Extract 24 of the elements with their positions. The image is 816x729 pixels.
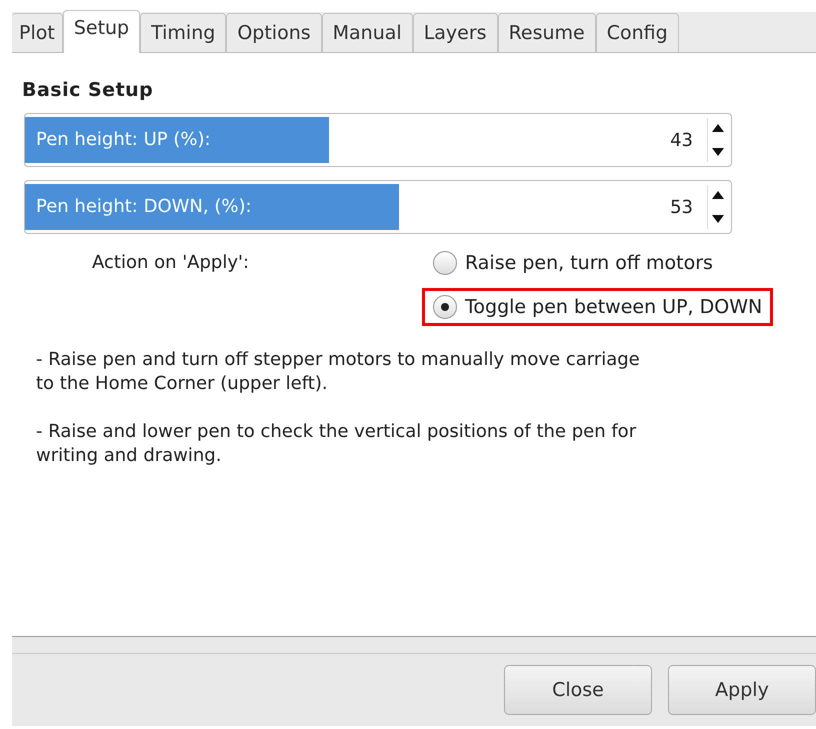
close-button[interactable]: Close	[504, 665, 652, 715]
tab[interactable]: Setup	[62, 10, 140, 53]
help-text: - Raise pen and turn off stepper motors to manually move carriage to the Home Corner (upper left).	[36, 348, 641, 396]
tab[interactable]: Config	[596, 13, 679, 52]
tab[interactable]: Resume	[498, 13, 596, 52]
help-text: - Raise and lower pen to check the vertical positions of the pen for writing and drawing.	[36, 420, 638, 468]
slider-label: Pen height: DOWN, (%):	[35, 196, 252, 217]
radio-label[interactable]: Toggle pen between UP, DOWN	[465, 296, 762, 318]
slider-value: 43	[669, 130, 694, 150]
slider-value: 53	[669, 196, 694, 218]
apply-button[interactable]: Apply	[668, 665, 816, 715]
radio-button[interactable]	[433, 251, 457, 275]
radio-label[interactable]: Raise pen, turn off motors	[465, 252, 713, 274]
action-label: Action on 'Apply':	[92, 252, 250, 274]
tab[interactable]: Layers	[412, 13, 498, 52]
tab[interactable]: Options	[226, 13, 322, 52]
tab[interactable]: Manual	[322, 13, 413, 52]
radio-button[interactable]	[433, 295, 457, 319]
spin-slider[interactable]: Pen height: UP (%): 43	[24, 113, 732, 167]
spin-slider[interactable]: Pen height: DOWN, (%): 53	[24, 180, 732, 234]
slider-label: Pen height: UP (%):	[35, 129, 211, 150]
section-title: Basic Setup	[22, 79, 154, 101]
tab[interactable]: Timing	[140, 13, 226, 52]
tab[interactable]: Plot	[12, 13, 63, 52]
